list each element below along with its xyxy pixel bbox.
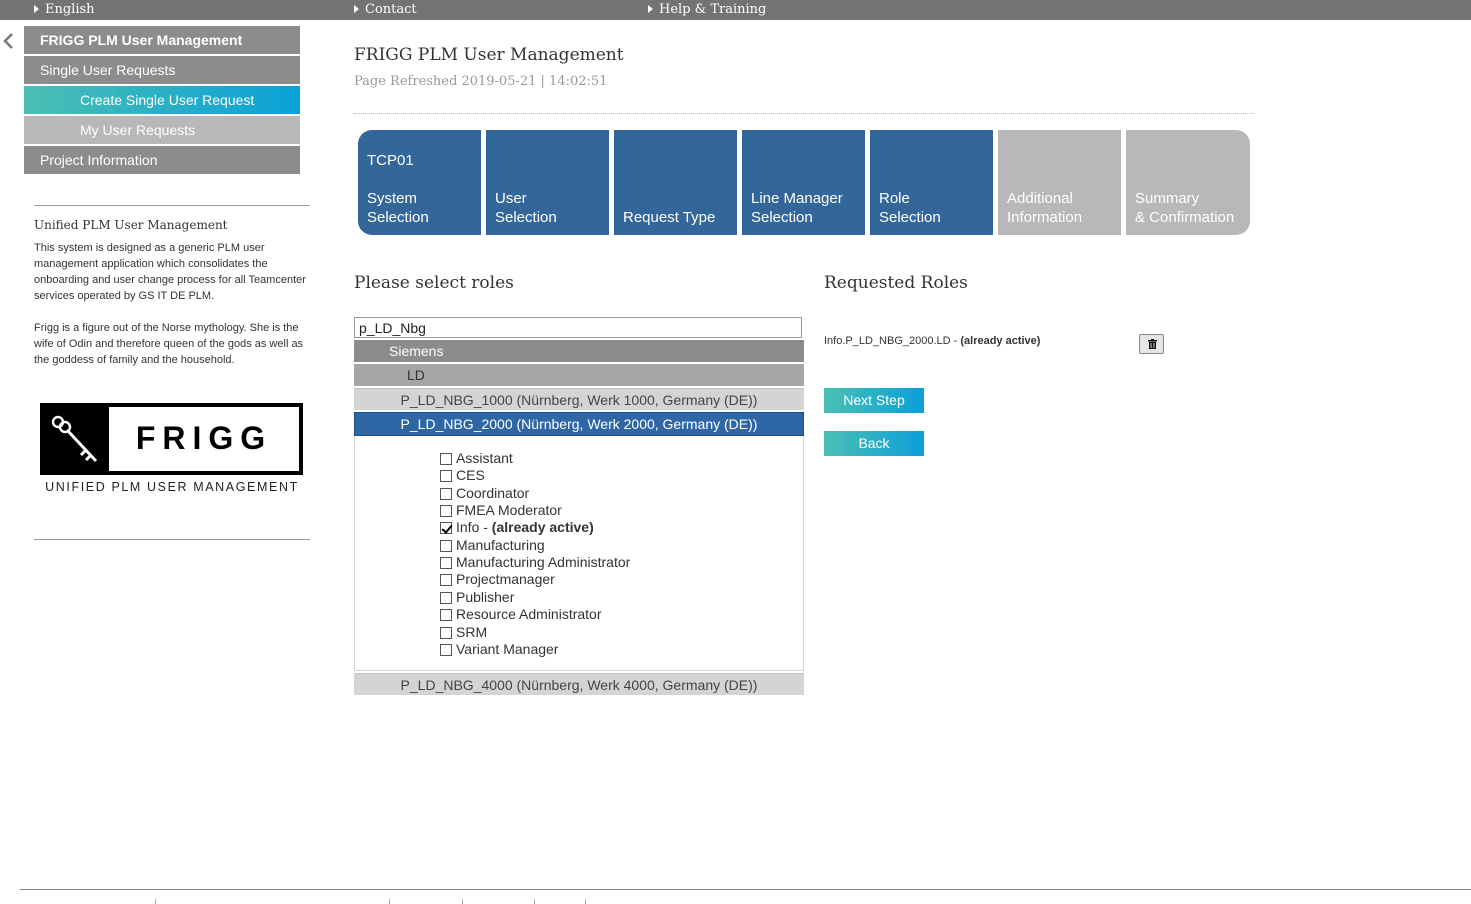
back-button[interactable]: Back: [824, 431, 924, 456]
nav-my-user-requests[interactable]: My User Requests: [24, 116, 300, 144]
page-refreshed: Page Refreshed 2019-05-21 | 14:02:51: [354, 74, 608, 89]
caret-right-icon: [648, 5, 653, 13]
role-option[interactable]: Projectmanager: [440, 571, 555, 588]
step-system-selection[interactable]: TCP01 System Selection: [358, 130, 481, 235]
role-label: Coordinator: [456, 485, 530, 501]
step-label: Line Manager Selection: [751, 190, 843, 226]
step-additional-information[interactable]: Additional Information: [998, 130, 1121, 235]
tree-group-nbg-4000[interactable]: P_LD_NBG_4000 (Nürnberg, Werk 4000, Germ…: [354, 673, 804, 695]
role-label: Manufacturing: [456, 537, 545, 553]
footer-divider: [20, 889, 1471, 890]
role-checkbox[interactable]: [440, 609, 452, 621]
role-option[interactable]: Info - (already active): [440, 519, 594, 536]
role-checkbox[interactable]: [440, 470, 452, 482]
role-option[interactable]: Manufacturing Administrator: [440, 554, 630, 571]
header-divider: [354, 113, 1254, 114]
step-label: Role Selection: [879, 190, 941, 226]
contact-link[interactable]: Contact: [354, 2, 417, 17]
nav-project-information[interactable]: Project Information: [24, 146, 300, 174]
sidebar-frigg-note: Frigg is a figure out of the Norse mytho…: [34, 322, 304, 366]
role-label: Info -: [456, 519, 492, 535]
requested-role-name: Info.P_LD_NBG_2000.LD -: [824, 335, 961, 347]
keys-icon: [51, 415, 98, 463]
requested-role-status: (already active): [960, 335, 1041, 347]
role-status-note: (already active): [491, 519, 594, 535]
step-user-selection[interactable]: User Selection: [486, 130, 609, 235]
role-option[interactable]: SRM: [440, 624, 487, 641]
step-label: User Selection: [495, 190, 557, 226]
role-option[interactable]: Variant Manager: [440, 641, 558, 658]
role-option[interactable]: Coordinator: [440, 485, 529, 502]
role-checkbox[interactable]: [440, 627, 452, 639]
frigg-logo: FRIGG UNIFIED PLM USER MANAGEMENT: [40, 403, 304, 503]
page-title: FRIGG PLM User Management: [354, 45, 624, 65]
tree-group-nbg-1000[interactable]: P_LD_NBG_1000 (Nürnberg, Werk 1000, Germ…: [354, 388, 804, 410]
role-label: Assistant: [456, 450, 513, 466]
step-line-manager-selection[interactable]: Line Manager Selection: [742, 130, 865, 235]
tree-org-siemens[interactable]: Siemens: [354, 340, 804, 362]
help-training-link[interactable]: Help & Training: [648, 2, 766, 17]
role-label: FMEA Moderator: [456, 502, 562, 518]
role-option[interactable]: Assistant: [440, 450, 513, 467]
role-option[interactable]: Resource Administrator: [440, 606, 602, 623]
remove-role-button[interactable]: [1139, 334, 1164, 354]
nav-create-single-user-request[interactable]: Create Single User Request: [24, 86, 300, 114]
help-training-label: Help & Training: [659, 2, 767, 17]
requested-roles-title: Requested Roles: [824, 273, 968, 293]
role-checkbox[interactable]: [440, 505, 452, 517]
role-option[interactable]: CES: [440, 467, 485, 484]
wizard-steps: TCP01 System Selection User Selection Re…: [358, 130, 1250, 235]
roles-section-title: Please select roles: [354, 273, 514, 293]
role-checkbox[interactable]: [440, 453, 452, 465]
language-link[interactable]: English: [34, 2, 95, 17]
nav-frigg-user-management[interactable]: FRIGG PLM User Management: [24, 26, 300, 54]
logo-wordmark: FRIGG: [135, 420, 273, 456]
sidebar-title: Unified PLM User Management: [34, 218, 228, 232]
step-label: System Selection: [367, 190, 429, 226]
role-label: Resource Administrator: [456, 606, 602, 622]
caret-right-icon: [354, 5, 359, 13]
top-bar: English Contact Help & Training: [0, 0, 1471, 20]
role-option[interactable]: FMEA Moderator: [440, 502, 562, 519]
contact-label: Contact: [365, 2, 417, 17]
nav-single-user-requests[interactable]: Single User Requests: [24, 56, 300, 84]
tree-division-ld[interactable]: LD: [354, 364, 804, 386]
role-option[interactable]: Manufacturing: [440, 537, 545, 554]
role-checkbox[interactable]: [440, 644, 452, 656]
step-label: Request Type: [623, 209, 716, 226]
requested-role-item: Info.P_LD_NBG_2000.LD - (already active): [824, 335, 1040, 347]
tree-group-nbg-2000[interactable]: P_LD_NBG_2000 (Nürnberg, Werk 2000, Germ…: [354, 412, 804, 436]
role-checkbox[interactable]: [440, 574, 452, 586]
role-option[interactable]: Publisher: [440, 589, 514, 606]
role-label: Publisher: [456, 589, 515, 605]
step-summary-confirmation[interactable]: Summary & Confirmation: [1126, 130, 1250, 235]
role-label: Manufacturing Administrator: [456, 554, 631, 570]
step-request-type[interactable]: Request Type: [614, 130, 737, 235]
role-search-input[interactable]: [354, 317, 802, 338]
step-role-selection[interactable]: Role Selection: [870, 130, 993, 235]
language-label: English: [45, 2, 95, 17]
step-label: Additional Information: [1007, 190, 1083, 226]
role-label: SRM: [456, 624, 488, 640]
next-step-button[interactable]: Next Step: [824, 388, 924, 413]
role-label: CES: [456, 467, 485, 483]
step-label: Summary & Confirmation: [1135, 190, 1235, 226]
sidebar-divider-bottom: [34, 539, 310, 540]
logo-tagline: UNIFIED PLM USER MANAGEMENT: [45, 480, 299, 494]
back-chevron-icon[interactable]: [2, 31, 18, 51]
step-system-code: TCP01: [367, 152, 414, 169]
role-checkbox[interactable]: [440, 557, 452, 569]
role-checkbox[interactable]: [440, 592, 452, 604]
role-label: Projectmanager: [456, 571, 555, 587]
sidebar-description: This system is designed as a generic PLM…: [34, 242, 306, 302]
caret-right-icon: [34, 5, 39, 13]
role-checkbox[interactable]: [440, 488, 452, 500]
sidebar-divider: [34, 205, 310, 206]
role-checkbox[interactable]: [440, 540, 452, 552]
trash-icon: [1148, 339, 1157, 349]
role-label: Variant Manager: [456, 641, 559, 657]
role-checkbox[interactable]: [440, 522, 452, 534]
